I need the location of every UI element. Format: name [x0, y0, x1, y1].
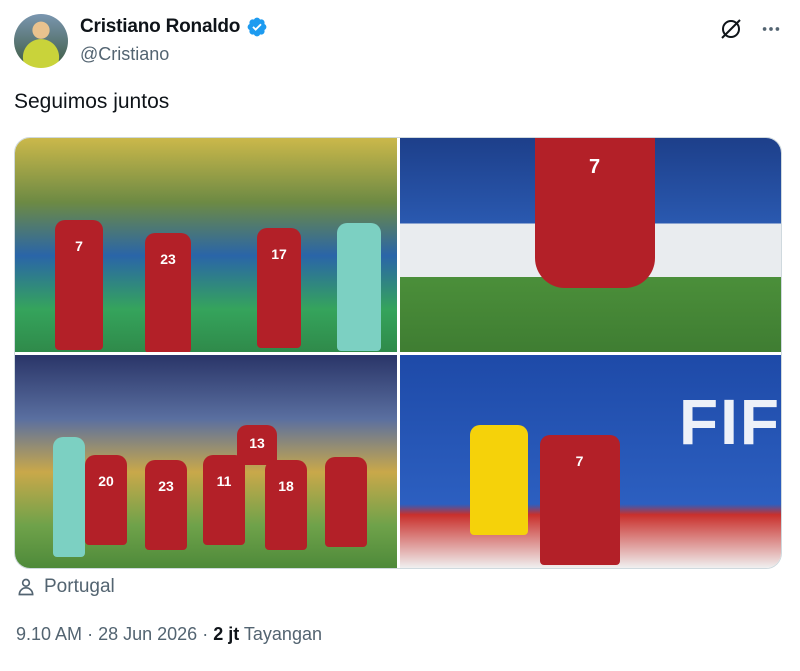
avatar[interactable]	[14, 14, 68, 68]
tweet-text: Seguimos juntos	[14, 90, 170, 113]
views-count: 2 jt	[213, 624, 240, 644]
photo-action[interactable]: FIF 7	[399, 354, 781, 568]
tweet-date[interactable]: 28 Jun 2026	[98, 624, 197, 644]
photo-lineup[interactable]: 20 23 11 18 13	[15, 354, 397, 568]
photo-player[interactable]: 7	[399, 138, 781, 352]
top-actions	[718, 16, 784, 42]
separator: ·	[87, 624, 94, 644]
display-name[interactable]: Cristiano Ronaldo	[80, 16, 240, 38]
location-label: Portugal	[44, 576, 115, 597]
jersey-number: 7	[575, 452, 584, 469]
media-grid: 7 23 17 7 20 23 11 18 13 FIF 7	[14, 137, 782, 569]
jersey-number: 11	[216, 472, 232, 489]
separator: ·	[202, 624, 209, 644]
jersey-number: 7	[75, 238, 83, 254]
grok-icon[interactable]	[718, 16, 744, 42]
more-icon[interactable]	[758, 16, 784, 42]
person-icon	[18, 578, 34, 596]
tweet-meta: 9.10 AM · 28 Jun 2026 · 2 jt Tayangan	[16, 624, 322, 645]
photo-team[interactable]: 7 23 17	[15, 138, 397, 352]
banner-text: FIF	[679, 385, 781, 458]
jersey-number: 18	[278, 477, 294, 494]
name-row: Cristiano Ronaldo	[80, 16, 268, 38]
handle[interactable]: @Cristiano	[80, 44, 169, 65]
jersey-number: 17	[271, 246, 287, 262]
tweet-time[interactable]: 9.10 AM	[16, 624, 82, 644]
jersey-number: 23	[158, 477, 174, 494]
views-label: Tayangan	[243, 624, 322, 644]
location[interactable]: Portugal	[16, 576, 115, 598]
jersey-number: 23	[160, 251, 176, 267]
verified-badge-icon[interactable]	[246, 16, 268, 38]
jersey-number: 13	[249, 434, 265, 451]
jersey-number: 7	[588, 156, 601, 178]
tweet-header: Cristiano Ronaldo @Cristiano	[14, 14, 786, 70]
jersey-number: 20	[98, 472, 114, 489]
